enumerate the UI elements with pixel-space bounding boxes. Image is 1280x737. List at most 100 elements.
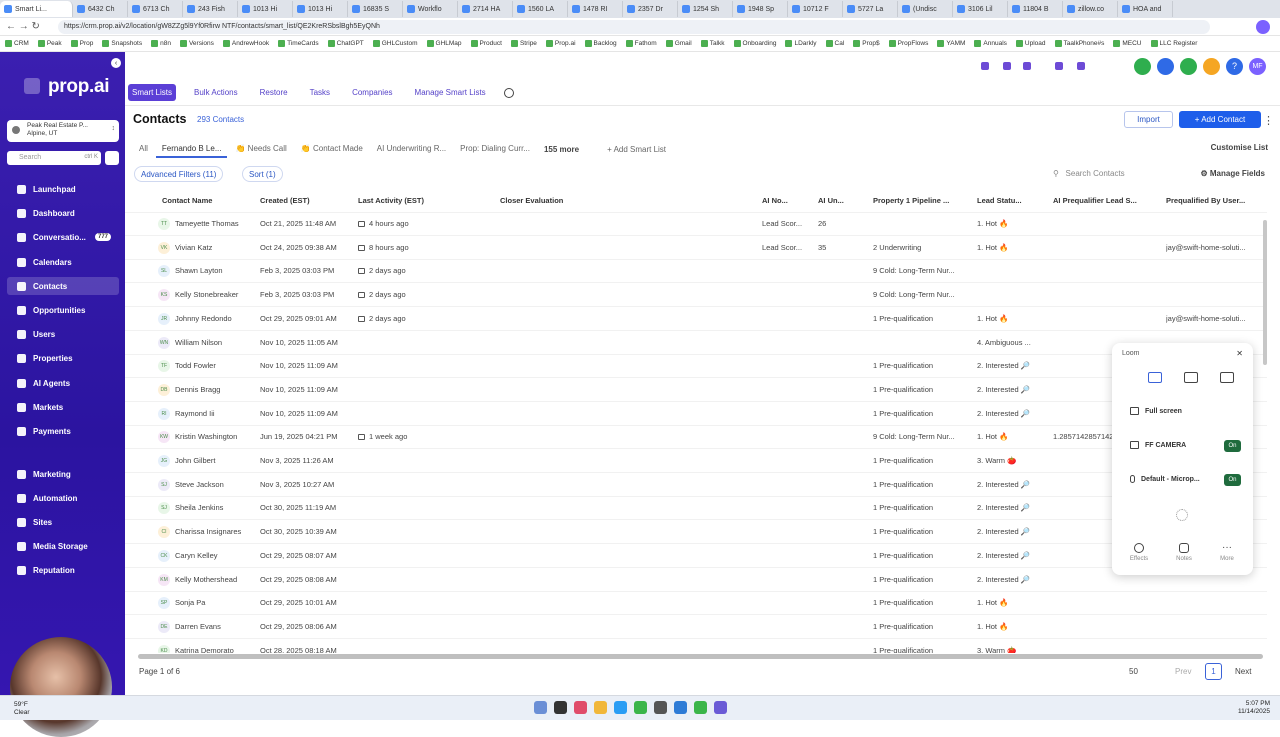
bookmark-item[interactable]: Cal bbox=[825, 40, 844, 47]
list-icon[interactable] bbox=[1003, 62, 1011, 70]
sidebar-item-conversatio[interactable]: Conversatio... 777 bbox=[7, 228, 119, 246]
subnav-tab[interactable]: Tasks bbox=[306, 84, 334, 101]
browser-nav-buttons[interactable]: ← → ↻ bbox=[0, 21, 58, 32]
table-row[interactable]: CI Charissa Insignares Oct 30, 2025 10:39 … bbox=[125, 521, 1267, 545]
start-icon[interactable] bbox=[534, 701, 547, 714]
cell-name[interactable]: Kristin Washington bbox=[175, 432, 270, 441]
browser-tab[interactable]: Workflo bbox=[403, 1, 458, 17]
table-row[interactable]: DB Dennis Bragg Nov 10, 2025 11:09 AM 1 Pre… bbox=[125, 379, 1267, 402]
cell-name[interactable]: Kelly Stonebreaker bbox=[175, 290, 270, 299]
account-switcher[interactable]: Peak Real Estate P... Alpine, UT ↕ bbox=[7, 120, 119, 142]
edge-icon[interactable] bbox=[614, 701, 627, 714]
column-header[interactable]: Prequalified By User... bbox=[1166, 196, 1261, 205]
megaphone-icon[interactable] bbox=[981, 62, 989, 70]
cell-name[interactable]: John Gilbert bbox=[175, 456, 270, 465]
browser-tab[interactable]: 1254 Sh bbox=[678, 1, 733, 17]
weather-widget[interactable]: 59°F Clear bbox=[14, 701, 30, 717]
search-contacts-input[interactable]: ⚲ Search Contacts bbox=[1053, 169, 1125, 178]
browser-tab[interactable]: 1478 RI bbox=[568, 1, 623, 17]
app-icon-4[interactable] bbox=[694, 701, 707, 714]
cell-name[interactable]: Darren Evans bbox=[175, 622, 270, 631]
browser-tab[interactable]: 10712 F bbox=[788, 1, 843, 17]
bookmark-item[interactable]: Peak bbox=[37, 40, 62, 47]
more-button[interactable]: ··· More bbox=[1212, 543, 1242, 563]
notifications-icon[interactable] bbox=[1180, 58, 1197, 75]
cell-name[interactable]: William Nilson bbox=[175, 338, 270, 347]
column-header[interactable]: Contact Name bbox=[162, 196, 257, 205]
sidebar-item-marketing[interactable]: Marketing bbox=[7, 465, 119, 483]
bookmark-item[interactable]: Prop.ai bbox=[545, 40, 576, 47]
sidebar-item-properties[interactable]: Properties bbox=[7, 349, 119, 367]
vertical-scrollbar[interactable] bbox=[1263, 220, 1267, 365]
bookmark-item[interactable]: Talkk bbox=[700, 40, 725, 47]
browser-tab[interactable]: 243 Fish bbox=[183, 1, 238, 17]
bookmark-item[interactable]: Prop$ bbox=[853, 40, 880, 47]
table-row[interactable]: TF Todd Fowler Nov 10, 2025 11:09 AM 1 Pre-… bbox=[125, 355, 1267, 379]
bookmark-item[interactable]: TaalkPhone#s bbox=[1054, 40, 1104, 47]
home-icon[interactable] bbox=[1220, 372, 1234, 383]
prev-page-button[interactable]: Prev bbox=[1175, 667, 1191, 676]
sidebar-item-launchpad[interactable]: Launchpad bbox=[7, 180, 119, 198]
cell-name[interactable]: Shawn Layton bbox=[175, 266, 270, 275]
bookmark-item[interactable]: Backlog bbox=[584, 40, 617, 47]
subnav-tab[interactable]: Companies bbox=[348, 84, 396, 101]
sidebar-item-dashboard[interactable]: Dashboard bbox=[7, 204, 119, 222]
bookmark-item[interactable]: Annuals bbox=[974, 40, 1007, 47]
sidebar-item-payments[interactable]: Payments bbox=[7, 422, 119, 440]
next-page-button[interactable]: Next bbox=[1235, 667, 1251, 676]
sidebar-item-users[interactable]: Users bbox=[7, 325, 119, 343]
bookmark-item[interactable]: YAMM bbox=[937, 40, 965, 47]
bookmark-item[interactable]: GHLMap bbox=[426, 40, 462, 47]
bookmark-item[interactable]: Stripe bbox=[510, 40, 537, 47]
import-button[interactable]: Import bbox=[1124, 111, 1173, 128]
browser-tab[interactable]: 6713 Ch bbox=[128, 1, 183, 17]
column-header[interactable]: Closer Evaluation bbox=[500, 196, 750, 205]
more-lists-dropdown[interactable]: 155 more bbox=[544, 145, 579, 154]
video-mode-icon[interactable] bbox=[1148, 372, 1162, 383]
cell-name[interactable]: Charissa Insignares bbox=[175, 527, 270, 536]
table-row[interactable]: JG John Gilbert Nov 3, 2025 11:26 AM 1 Pre-… bbox=[125, 450, 1267, 473]
add-contact-button[interactable]: + Add Contact bbox=[1179, 111, 1261, 128]
browser-tab[interactable]: 1560 LA bbox=[513, 1, 568, 17]
browser-tab[interactable]: 1948 Sp bbox=[733, 1, 788, 17]
subnav-tab[interactable]: Manage Smart Lists bbox=[411, 84, 490, 101]
browser-tab[interactable]: 2714 HA bbox=[458, 1, 513, 17]
browser-tab[interactable]: 1013 Hi bbox=[238, 1, 293, 17]
sidebar-item-opportunities[interactable]: Opportunities bbox=[7, 301, 119, 319]
bell-icon[interactable] bbox=[1203, 58, 1220, 75]
cell-name[interactable]: Sonja Pa bbox=[175, 598, 270, 607]
sidebar-item-reputation[interactable]: Reputation bbox=[7, 561, 119, 579]
help-icon[interactable]: ? bbox=[1226, 58, 1243, 75]
smart-list-tab[interactable]: 👏 Needs Call bbox=[229, 141, 292, 158]
folder-icon[interactable] bbox=[594, 701, 607, 714]
column-header[interactable]: AI Un... bbox=[818, 196, 868, 205]
smart-list-tab[interactable]: All bbox=[133, 141, 154, 158]
column-header[interactable]: AI Prequalifier Lead S... bbox=[1053, 196, 1163, 205]
page-size-select[interactable]: 50 bbox=[1129, 667, 1138, 676]
bookmark-item[interactable]: Onboarding bbox=[733, 40, 776, 47]
subnav-tab[interactable]: Restore bbox=[256, 84, 292, 101]
table-row[interactable]: KS Kelly Stonebreaker Feb 3, 2025 03:03 PM… bbox=[125, 284, 1267, 308]
rocket-icon[interactable] bbox=[1157, 58, 1174, 75]
cell-name[interactable]: Caryn Kelley bbox=[175, 551, 270, 560]
sidebar-item-markets[interactable]: Markets bbox=[7, 398, 119, 416]
table-row[interactable]: WN William Nilson Nov 10, 2025 11:05 AM 4. … bbox=[125, 332, 1267, 355]
sidebar-item-automation[interactable]: Automation bbox=[7, 489, 119, 507]
app-icon-2[interactable] bbox=[654, 701, 667, 714]
table-row[interactable]: RI Raymond Iii Nov 10, 2025 11:09 AM 1 Pre-… bbox=[125, 403, 1267, 426]
column-header[interactable]: Created (EST) bbox=[260, 196, 356, 205]
notes-button[interactable]: Notes bbox=[1169, 543, 1199, 562]
smart-list-tab[interactable]: Prop: Dialing Curr... bbox=[454, 141, 536, 158]
sidebar-item-media-storage[interactable]: Media Storage bbox=[7, 537, 119, 555]
table-row[interactable]: SL Shawn Layton Feb 3, 2025 03:03 PM 2 days… bbox=[125, 260, 1267, 284]
smart-list-tab[interactable]: 👏 Contact Made bbox=[295, 141, 369, 158]
browser-tab[interactable]: 1013 Hi bbox=[293, 1, 348, 17]
close-icon[interactable]: ✕ bbox=[1236, 349, 1243, 358]
bookmark-item[interactable]: CRM bbox=[5, 40, 29, 47]
microphone-option[interactable]: Default - Microp... bbox=[1130, 475, 1200, 483]
effects-button[interactable]: Effects bbox=[1124, 543, 1154, 562]
column-header[interactable]: Last Activity (EST) bbox=[358, 196, 478, 205]
sidebar-item-contacts[interactable]: Contacts bbox=[7, 277, 119, 295]
customise-list-button[interactable]: Customise List bbox=[1211, 143, 1268, 152]
bookmark-item[interactable]: LLC Register bbox=[1150, 40, 1197, 47]
